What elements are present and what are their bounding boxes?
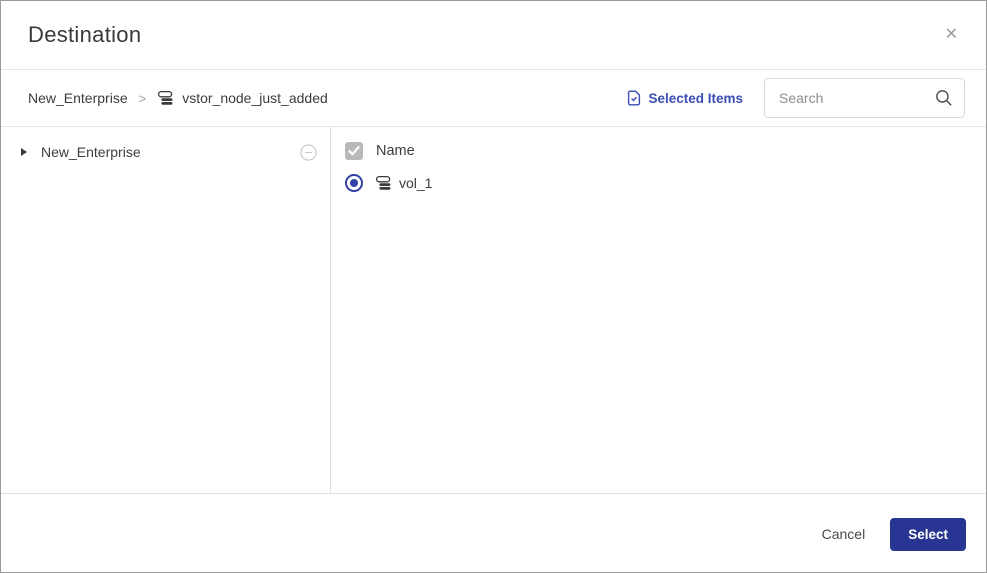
cancel-button[interactable]: Cancel bbox=[822, 526, 866, 542]
destination-dialog: Destination ✕ New_Enterprise > vstor_nod… bbox=[0, 0, 987, 573]
database-stack-icon bbox=[375, 174, 393, 192]
selected-items-label: Selected Items bbox=[648, 90, 743, 106]
search-icon[interactable] bbox=[934, 88, 954, 108]
breadcrumb-current-label: vstor_node_just_added bbox=[182, 90, 328, 106]
dialog-title: Destination bbox=[28, 22, 142, 47]
dialog-header: Destination ✕ bbox=[1, 1, 986, 70]
row-radio-button[interactable] bbox=[345, 174, 363, 192]
document-check-icon bbox=[627, 90, 641, 106]
row-label: vol_1 bbox=[399, 175, 433, 191]
minus-circle-icon[interactable] bbox=[300, 143, 317, 161]
tree-item-new-enterprise[interactable]: New_Enterprise bbox=[1, 135, 330, 169]
triangle-right-icon[interactable] bbox=[21, 148, 27, 156]
list-panel: Name vol_1 bbox=[331, 127, 986, 493]
database-stack-icon bbox=[157, 89, 175, 107]
search-box bbox=[764, 78, 965, 118]
select-button[interactable]: Select bbox=[890, 517, 966, 551]
toolbar-right: Selected Items bbox=[627, 78, 965, 118]
breadcrumb: New_Enterprise > vstor_node_just_added bbox=[28, 89, 328, 107]
breadcrumb-separator-icon: > bbox=[138, 90, 147, 106]
toolbar: New_Enterprise > vstor_node_just_added S… bbox=[1, 70, 986, 127]
dialog-body: New_Enterprise Name vol_1 bbox=[1, 127, 986, 493]
dialog-footer: Cancel Select bbox=[1, 493, 986, 572]
tree-panel: New_Enterprise bbox=[1, 127, 331, 493]
close-icon[interactable]: ✕ bbox=[941, 23, 962, 47]
breadcrumb-item-current: vstor_node_just_added bbox=[157, 89, 328, 107]
radio-dot bbox=[350, 179, 358, 187]
tree-item-label: New_Enterprise bbox=[41, 144, 141, 160]
selected-items-button[interactable]: Selected Items bbox=[627, 90, 743, 106]
breadcrumb-item-root[interactable]: New_Enterprise bbox=[28, 90, 128, 106]
name-column-header: Name bbox=[376, 143, 415, 159]
list-header-row: Name bbox=[331, 135, 986, 167]
select-all-checkbox[interactable] bbox=[345, 142, 363, 160]
list-item-vol-1[interactable]: vol_1 bbox=[331, 167, 986, 199]
